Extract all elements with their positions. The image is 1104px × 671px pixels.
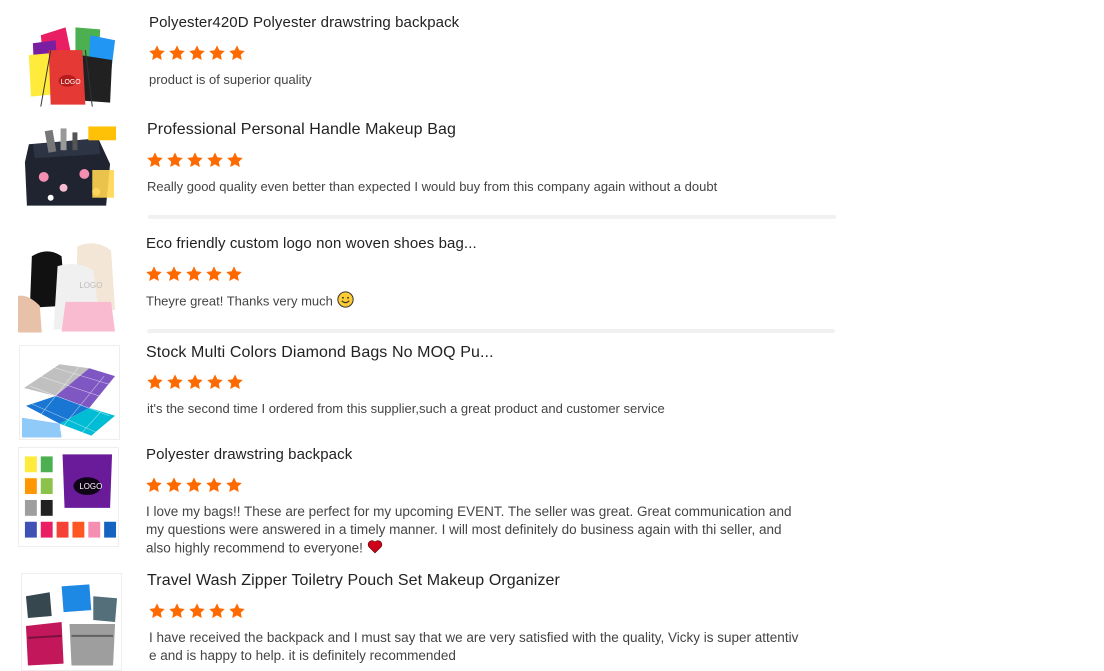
star-icon bbox=[166, 151, 184, 169]
star-icon bbox=[148, 44, 166, 62]
rating-stars bbox=[145, 476, 243, 494]
toiletry-pouch-image bbox=[22, 574, 121, 670]
diamond-bags-image bbox=[20, 346, 119, 439]
star-icon bbox=[188, 602, 206, 620]
star-icon bbox=[166, 373, 184, 391]
star-icon bbox=[228, 44, 246, 62]
product-title[interactable]: Professional Personal Handle Makeup Bag bbox=[147, 121, 456, 139]
star-icon bbox=[146, 151, 164, 169]
product-title[interactable]: Eco friendly custom logo non woven shoes… bbox=[146, 235, 477, 252]
product-thumbnail[interactable]: LOGO bbox=[18, 447, 119, 547]
svg-text:LOGO: LOGO bbox=[79, 281, 102, 290]
star-icon bbox=[205, 265, 223, 283]
review-text: it's the second time I ordered from this… bbox=[147, 401, 665, 416]
drawstring-backpacks-image: LOGO bbox=[19, 448, 118, 546]
review-text: Theyre great! Thanks very much bbox=[146, 291, 816, 313]
review-text-content: Theyre great! Thanks very much bbox=[146, 293, 333, 309]
svg-text:LOGO: LOGO bbox=[61, 79, 82, 86]
star-icon bbox=[205, 476, 223, 494]
smile-emoji-icon bbox=[337, 291, 354, 313]
star-icon bbox=[208, 44, 226, 62]
review-text: product is of superior quality bbox=[149, 72, 312, 87]
star-icon bbox=[206, 373, 224, 391]
rating-stars bbox=[145, 265, 243, 283]
star-icon bbox=[186, 373, 204, 391]
product-title[interactable]: Polyester420D Polyester drawstring backp… bbox=[149, 14, 459, 31]
star-icon bbox=[208, 602, 226, 620]
star-icon bbox=[165, 476, 183, 494]
star-icon bbox=[228, 602, 246, 620]
star-icon bbox=[206, 151, 224, 169]
makeup-bag-image bbox=[19, 122, 118, 218]
product-thumbnail[interactable] bbox=[21, 573, 122, 671]
product-title[interactable]: Stock Multi Colors Diamond Bags No MOQ P… bbox=[146, 344, 494, 362]
rating-stars bbox=[146, 373, 244, 391]
star-icon bbox=[225, 265, 243, 283]
product-thumbnail[interactable] bbox=[19, 345, 120, 440]
review-divider bbox=[148, 215, 836, 219]
shoe-bags-image: LOGO bbox=[18, 236, 117, 333]
product-thumbnail[interactable]: LOGO bbox=[21, 15, 120, 109]
star-icon bbox=[188, 44, 206, 62]
review-text: I have received the backpack and I must … bbox=[149, 630, 799, 663]
rating-stars bbox=[146, 151, 244, 169]
star-icon bbox=[168, 602, 186, 620]
star-icon bbox=[146, 373, 164, 391]
rating-stars bbox=[148, 44, 246, 62]
star-icon bbox=[226, 373, 244, 391]
star-icon bbox=[145, 265, 163, 283]
star-icon bbox=[226, 151, 244, 169]
heart-emoji-icon bbox=[367, 539, 383, 559]
product-thumbnail[interactable] bbox=[19, 122, 118, 218]
review-text: I love my bags!! These are perfect for m… bbox=[146, 503, 806, 559]
review-text-content: I love my bags!! These are perfect for m… bbox=[146, 504, 792, 556]
star-icon bbox=[225, 476, 243, 494]
star-icon bbox=[185, 265, 203, 283]
star-icon bbox=[185, 476, 203, 494]
review-text: Really good quality even better than exp… bbox=[147, 179, 718, 194]
star-icon bbox=[168, 44, 186, 62]
rating-stars bbox=[148, 602, 246, 620]
product-title[interactable]: Polyester drawstring backpack bbox=[146, 446, 352, 463]
star-icon bbox=[165, 265, 183, 283]
drawstring-bags-image: LOGO bbox=[28, 27, 116, 107]
star-icon bbox=[148, 602, 166, 620]
product-thumbnail[interactable]: LOGO bbox=[18, 236, 117, 333]
svg-text:LOGO: LOGO bbox=[79, 482, 102, 491]
star-icon bbox=[145, 476, 163, 494]
star-icon bbox=[186, 151, 204, 169]
review-divider bbox=[147, 329, 835, 333]
product-title[interactable]: Travel Wash Zipper Toiletry Pouch Set Ma… bbox=[147, 572, 560, 590]
